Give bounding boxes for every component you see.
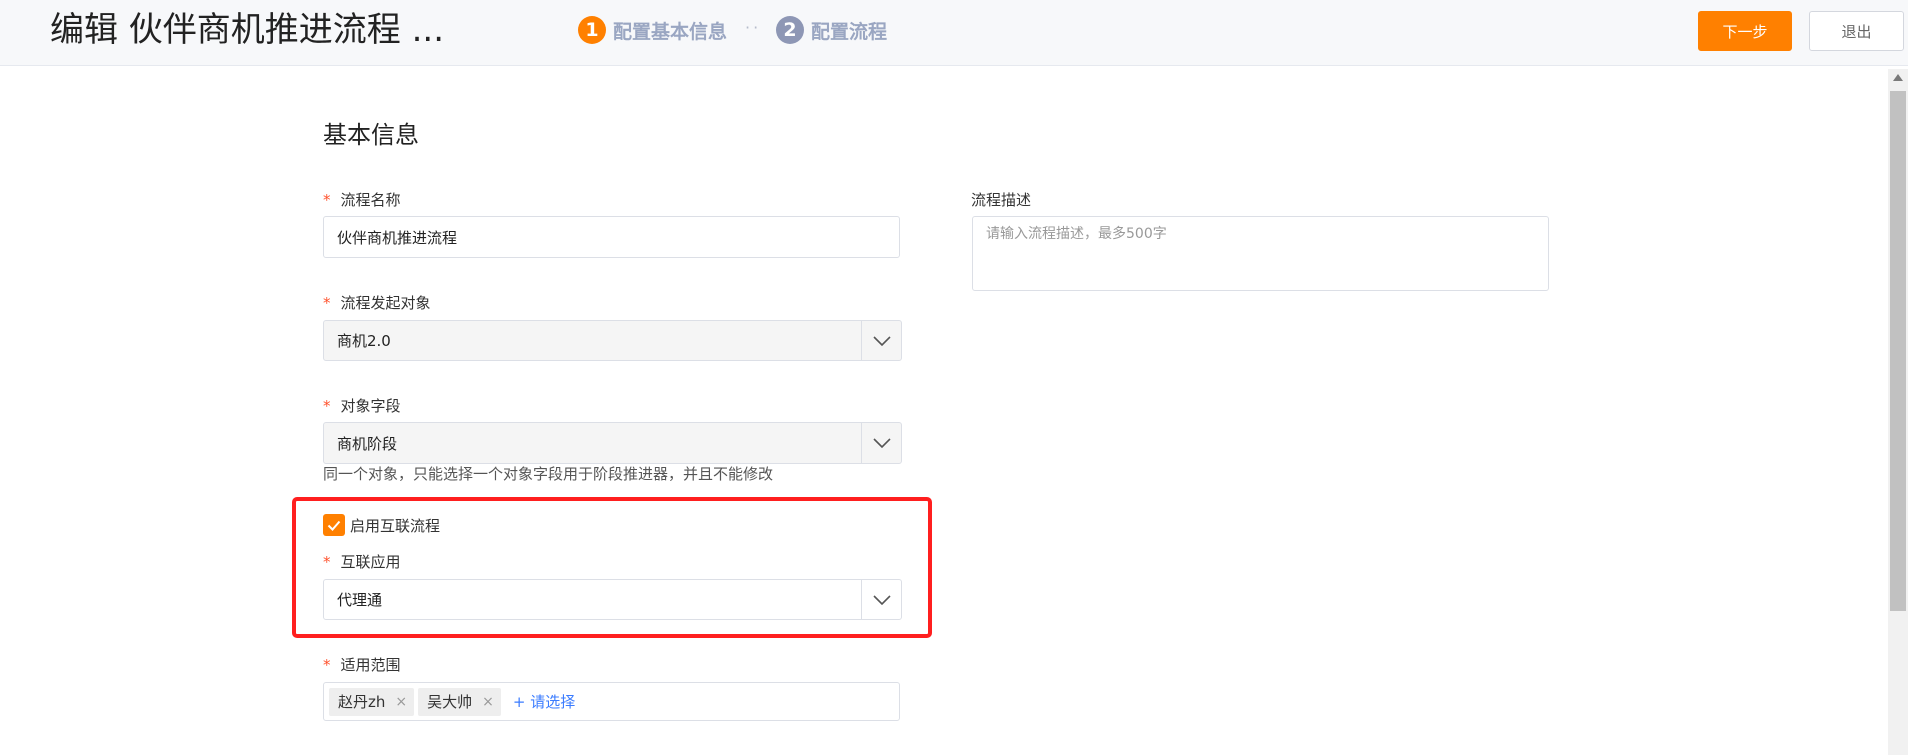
close-icon[interactable]: ×	[482, 694, 494, 710]
flow-name-value: 伙伴商机推进流程	[337, 228, 458, 247]
add-scope-link[interactable]: + 请选择	[513, 691, 575, 712]
section-title: 基本信息	[323, 121, 419, 149]
scope-tag-label: 吴大帅	[427, 693, 473, 711]
object-field-label-text: 对象字段	[340, 397, 401, 415]
scroll-up-arrow-icon[interactable]	[1893, 74, 1903, 81]
trigger-object-value: 商机2.0	[337, 332, 391, 350]
scope-tag-label: 赵丹zh	[338, 693, 386, 711]
interconnect-app-label-text: 互联应用	[340, 553, 401, 571]
vertical-scrollbar[interactable]	[1888, 69, 1908, 755]
scope-tags-input[interactable]: 赵丹zh × 吴大帅 × + 请选择	[323, 682, 900, 721]
flow-desc-placeholder: 请输入流程描述，最多500字	[986, 226, 1167, 242]
scope-label: * 适用范围	[323, 654, 401, 675]
object-field-label: * 对象字段	[323, 395, 401, 416]
step-label: 配置流程	[811, 20, 888, 43]
required-mark: *	[323, 656, 331, 674]
chevron-down-icon[interactable]	[861, 321, 901, 360]
object-field-select[interactable]: 商机阶段	[323, 422, 902, 464]
step-basic-info[interactable]: 1 配置基本信息	[578, 14, 727, 46]
required-mark: *	[323, 397, 331, 415]
scope-tag: 赵丹zh ×	[329, 687, 415, 716]
enable-interconnect-label[interactable]: 启用互联流程	[350, 515, 440, 536]
flow-name-input[interactable]: 伙伴商机推进流程	[323, 216, 900, 258]
close-icon[interactable]: ×	[395, 694, 407, 710]
chevron-down-icon[interactable]	[861, 423, 901, 463]
interconnect-app-select[interactable]: 代理通	[323, 579, 902, 620]
required-mark: *	[323, 191, 331, 209]
flow-desc-textarea[interactable]: 请输入流程描述，最多500字	[972, 216, 1549, 291]
scope-label-text: 适用范围	[340, 656, 401, 674]
step-number: 2	[776, 16, 804, 44]
step-config-flow[interactable]: 2 配置流程	[776, 14, 887, 46]
flow-name-label: * 流程名称	[323, 189, 401, 210]
chevron-down-icon[interactable]	[861, 580, 901, 619]
step-separator: ··	[745, 18, 762, 37]
trigger-object-label-text: 流程发起对象	[340, 294, 431, 312]
required-mark: *	[323, 553, 331, 571]
next-step-button[interactable]: 下一步	[1698, 11, 1792, 51]
trigger-object-select[interactable]: 商机2.0	[323, 320, 902, 361]
page-title: 编辑 伙伴商机推进流程 ...	[50, 10, 445, 50]
enable-interconnect-checkbox[interactable]	[323, 514, 345, 536]
flow-name-label-text: 流程名称	[340, 191, 401, 209]
check-icon	[327, 520, 341, 531]
trigger-object-label: * 流程发起对象	[323, 292, 431, 313]
flow-desc-label: 流程描述	[971, 191, 1032, 209]
step-number: 1	[578, 16, 606, 44]
top-bar: 编辑 伙伴商机推进流程 ... 1 配置基本信息 ·· 2 配置流程 下一步 退…	[0, 0, 1908, 66]
interconnect-app-label: * 互联应用	[323, 551, 401, 572]
exit-button[interactable]: 退出	[1809, 11, 1904, 51]
interconnect-app-value: 代理通	[337, 591, 383, 609]
scroll-thumb[interactable]	[1890, 91, 1906, 611]
step-label: 配置基本信息	[613, 20, 728, 43]
required-mark: *	[323, 294, 331, 312]
object-field-help: 同一个对象，只能选择一个对象字段用于阶段推进器，并且不能修改	[323, 465, 774, 483]
scope-tag: 吴大帅 ×	[418, 687, 501, 716]
object-field-value: 商机阶段	[337, 434, 398, 453]
